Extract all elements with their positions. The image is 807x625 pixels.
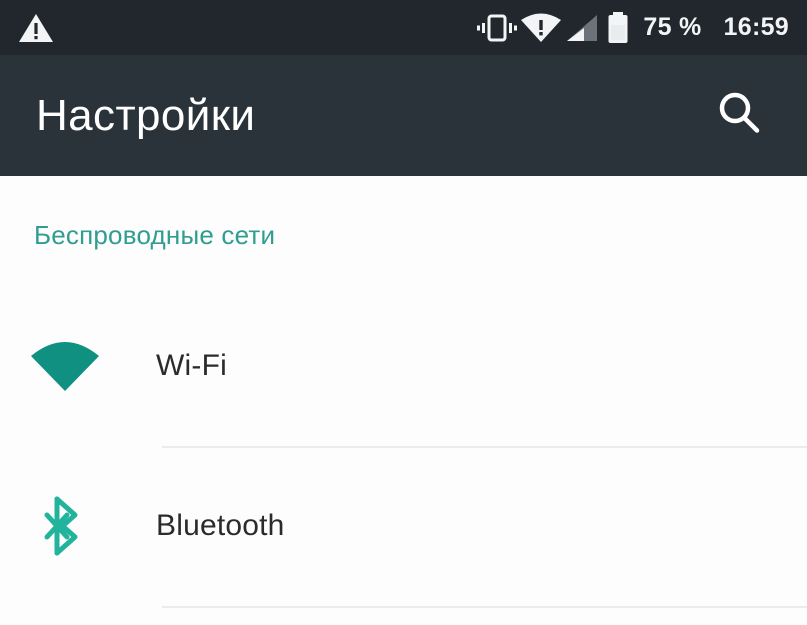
settings-list: Беспроводные сети Wi-Fi Bluetooth	[0, 176, 807, 625]
status-bar-right-icons: 75 % 16:59	[475, 11, 791, 45]
list-divider	[162, 606, 807, 608]
search-icon	[712, 86, 766, 145]
page-title: Настройки	[36, 90, 256, 140]
app-bar: Настройки	[0, 55, 807, 176]
settings-row-wifi[interactable]: Wi-Fi	[0, 286, 807, 446]
status-bar: 75 % 16:59	[0, 0, 807, 55]
wifi-alert-icon	[519, 11, 563, 45]
vibrate-icon	[475, 12, 519, 44]
status-bar-left-icons	[18, 12, 54, 44]
settings-row-bluetooth[interactable]: Bluetooth	[0, 446, 807, 606]
status-clock: 16:59	[723, 13, 789, 41]
android-settings-screen: 75 % 16:59 Настройки Беспроводные сети W…	[0, 0, 807, 625]
settings-row-bluetooth-label: Bluetooth	[156, 509, 285, 542]
search-button[interactable]	[709, 86, 769, 146]
battery-percent-label: 75 %	[643, 13, 702, 41]
warning-triangle-icon	[18, 12, 54, 44]
wifi-icon	[0, 286, 124, 446]
battery-icon	[603, 11, 633, 45]
settings-row-wifi-label: Wi-Fi	[156, 349, 227, 382]
cellular-signal-icon	[563, 12, 603, 44]
bluetooth-icon	[0, 446, 124, 606]
section-header-wireless-networks: Беспроводные сети	[34, 220, 276, 250]
